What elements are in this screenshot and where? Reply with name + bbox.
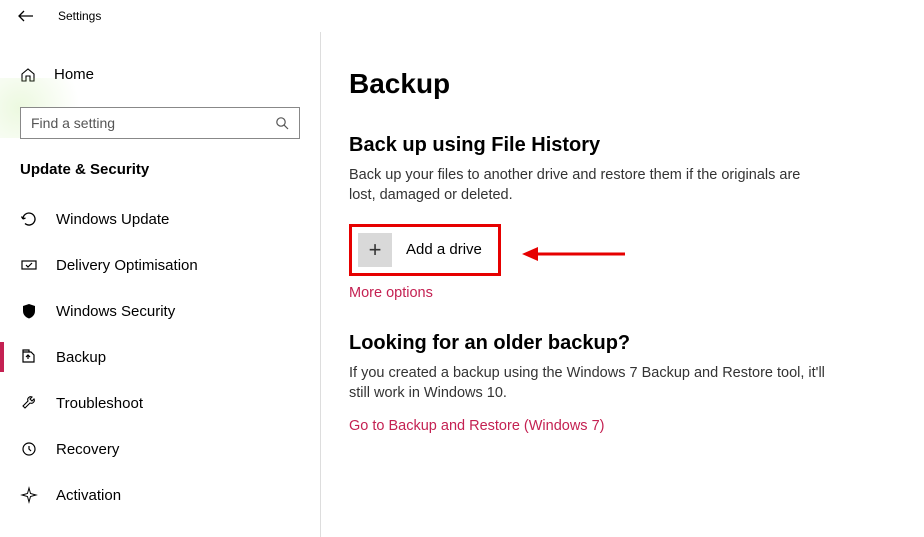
- delivery-icon: [20, 256, 38, 274]
- page-title: Backup: [349, 68, 884, 100]
- content: Backup Back up using File History Back u…: [321, 32, 924, 537]
- sidebar-item-label: Delivery Optimisation: [56, 257, 198, 274]
- shield-icon: [20, 302, 38, 320]
- sidebar: Home Update & Security Windows Update De…: [0, 32, 320, 537]
- sidebar-item-windows-update[interactable]: Windows Update: [0, 196, 320, 242]
- search-box[interactable]: [20, 107, 300, 139]
- search-input[interactable]: [31, 115, 275, 131]
- sidebar-item-label: Windows Update: [56, 211, 169, 228]
- section-heading-file-history: Back up using File History: [349, 134, 884, 157]
- section-body-file-history: Back up your files to another drive and …: [349, 165, 829, 206]
- add-drive-label: Add a drive: [406, 241, 492, 258]
- sidebar-item-label: Backup: [56, 349, 106, 366]
- refresh-icon: [20, 210, 38, 228]
- section-body-older-backup: If you created a backup using the Window…: [349, 363, 829, 404]
- sidebar-home-label: Home: [54, 66, 94, 83]
- home-icon: [20, 67, 36, 83]
- sparkle-icon: [20, 486, 38, 504]
- add-drive-button[interactable]: + Add a drive: [358, 233, 492, 267]
- titlebar-text: Settings: [58, 9, 101, 23]
- plus-icon: +: [358, 233, 392, 267]
- sidebar-item-delivery-optimisation[interactable]: Delivery Optimisation: [0, 242, 320, 288]
- backup-icon: [20, 348, 38, 366]
- wrench-icon: [20, 394, 38, 412]
- annotation-highlight-box: + Add a drive: [349, 224, 501, 276]
- sidebar-category: Update & Security: [0, 161, 320, 196]
- search-icon: [275, 116, 289, 130]
- sidebar-item-windows-security[interactable]: Windows Security: [0, 288, 320, 334]
- sidebar-item-activation[interactable]: Activation: [0, 472, 320, 518]
- sidebar-item-label: Recovery: [56, 441, 119, 458]
- more-options-link[interactable]: More options: [349, 285, 433, 301]
- backup-restore-link[interactable]: Go to Backup and Restore (Windows 7): [349, 418, 604, 434]
- titlebar: Settings: [0, 0, 924, 32]
- back-arrow-icon[interactable]: [18, 10, 34, 22]
- sidebar-nav: Windows Update Delivery Optimisation Win…: [0, 196, 320, 518]
- sidebar-item-label: Activation: [56, 487, 121, 504]
- sidebar-item-backup[interactable]: Backup: [0, 334, 320, 380]
- section-heading-older-backup: Looking for an older backup?: [349, 332, 884, 355]
- sidebar-item-troubleshoot[interactable]: Troubleshoot: [0, 380, 320, 426]
- sidebar-item-label: Windows Security: [56, 303, 175, 320]
- sidebar-item-label: Troubleshoot: [56, 395, 143, 412]
- sidebar-home[interactable]: Home: [0, 56, 320, 93]
- recovery-icon: [20, 440, 38, 458]
- sidebar-item-recovery[interactable]: Recovery: [0, 426, 320, 472]
